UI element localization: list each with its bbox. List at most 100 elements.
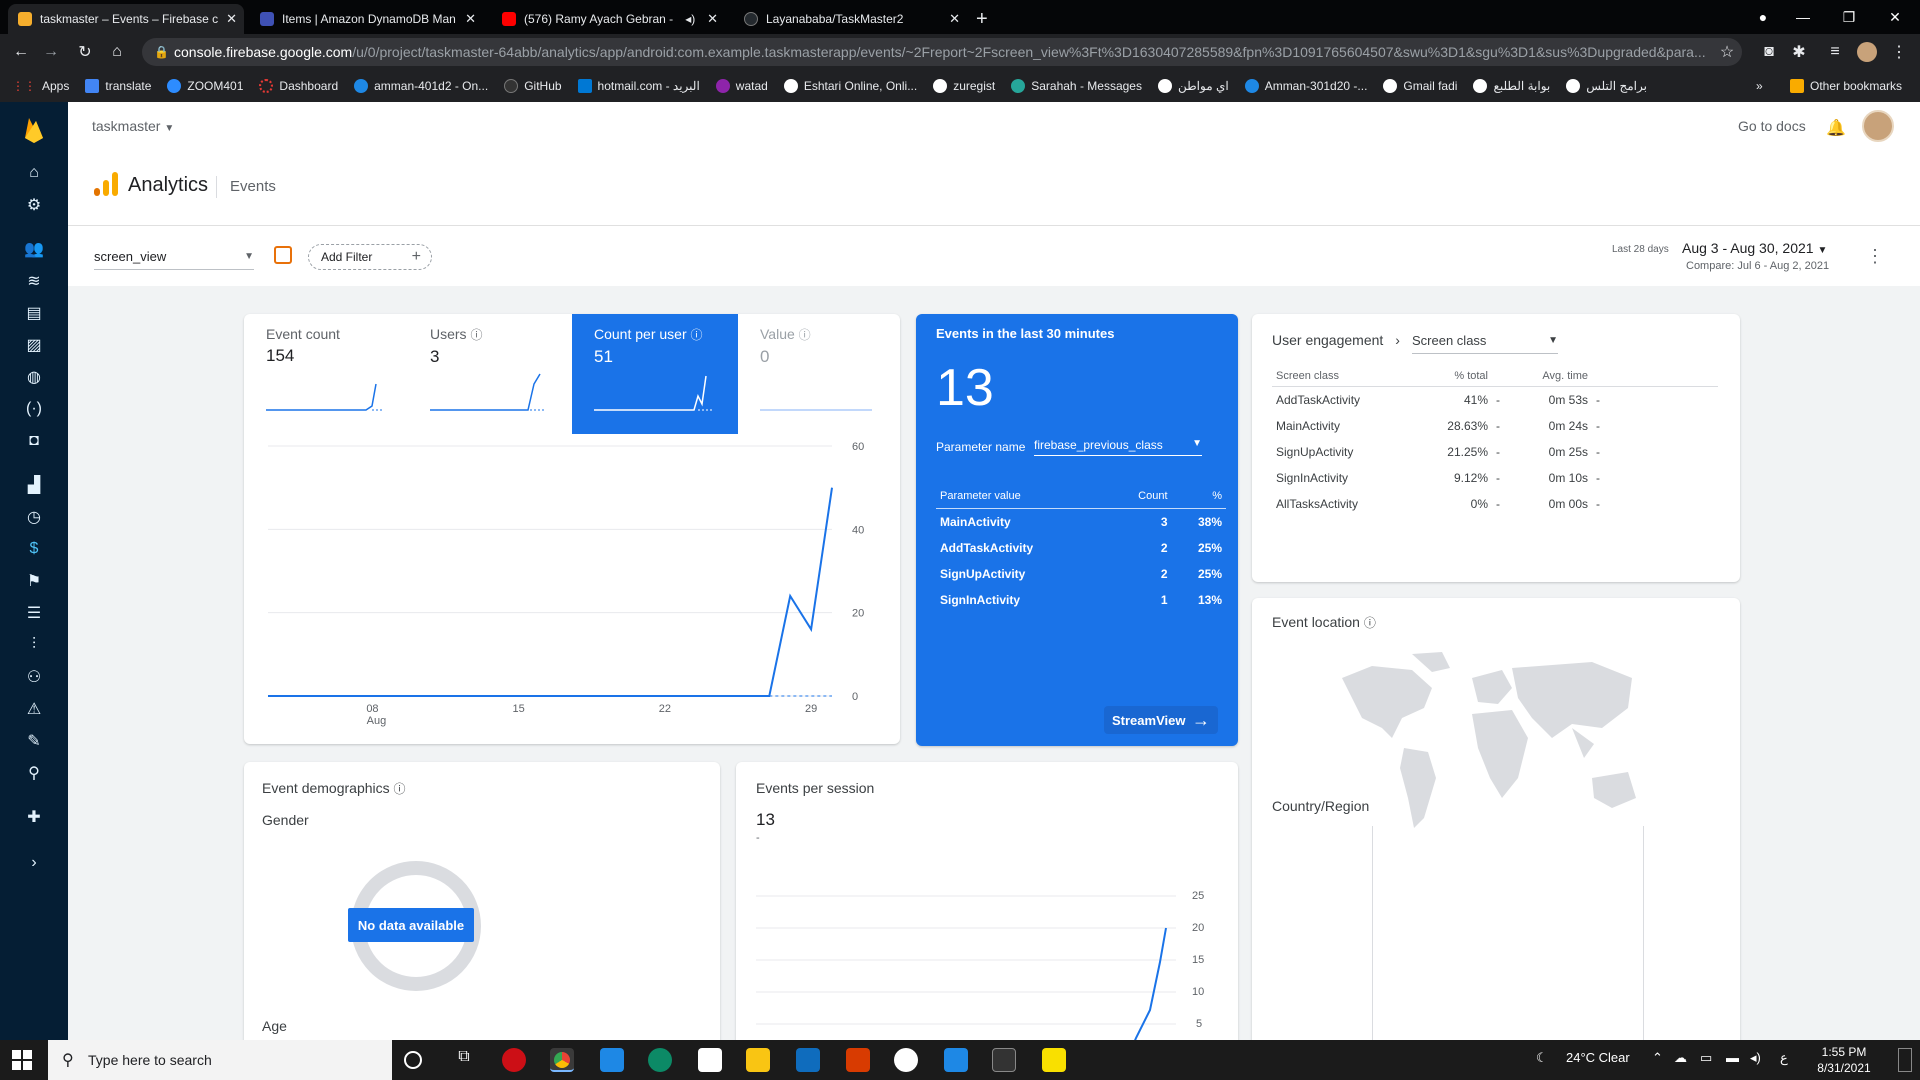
date-range-picker[interactable]: Aug 3 - Aug 30, 2021 ▼ bbox=[1682, 240, 1827, 256]
battery-icon[interactable]: ▬ bbox=[1726, 1050, 1739, 1065]
close-icon[interactable]: ✕ bbox=[949, 11, 960, 27]
camera-icon[interactable]: ◙ bbox=[1756, 39, 1782, 65]
help-icon[interactable]: ⓘ bbox=[470, 328, 482, 342]
authentication-icon[interactable]: 👥 bbox=[22, 238, 46, 260]
sticky-notes-icon[interactable] bbox=[1042, 1048, 1066, 1072]
go-to-docs-link[interactable]: Go to docs bbox=[1738, 118, 1806, 134]
bookmark[interactable]: translate bbox=[85, 79, 151, 93]
restore-button[interactable]: ❐ bbox=[1826, 0, 1872, 34]
profile-avatar-icon[interactable] bbox=[1854, 39, 1880, 65]
onedrive-icon[interactable]: ☁ bbox=[1674, 1050, 1687, 1066]
comparison-icon[interactable] bbox=[274, 246, 292, 264]
table-row[interactable]: SignInActivity 9.12% -0m 10s - bbox=[1272, 465, 1718, 491]
storage-icon[interactable]: ▨ bbox=[22, 334, 46, 356]
event-select[interactable]: screen_view ▼ bbox=[94, 244, 254, 270]
table-row[interactable]: SignUpActivity 2 25% bbox=[936, 561, 1226, 587]
streamview-button[interactable]: StreamView → bbox=[1104, 706, 1218, 734]
more-bookmarks-icon[interactable]: » bbox=[1756, 79, 1763, 93]
user-properties-icon[interactable]: ⚇ bbox=[22, 666, 46, 688]
conversions-icon[interactable]: ⚑ bbox=[22, 570, 46, 592]
firebase-logo-icon[interactable] bbox=[22, 116, 46, 144]
edge-icon[interactable] bbox=[648, 1048, 672, 1072]
home-icon[interactable]: ⌂ bbox=[22, 162, 46, 184]
firestore-icon[interactable]: ≋ bbox=[22, 270, 46, 292]
mail-icon[interactable] bbox=[796, 1048, 820, 1072]
bookmark[interactable]: Amman-301d20 -... bbox=[1244, 79, 1367, 93]
help-icon[interactable]: ⓘ bbox=[1364, 616, 1376, 630]
bookmark[interactable]: Sarahah - Messages bbox=[1011, 79, 1142, 93]
bookmark[interactable]: Gmail fadi bbox=[1383, 79, 1457, 93]
metric-tab-count-per-user[interactable]: Count per user ⓘ 51 bbox=[572, 314, 738, 434]
windows-start-icon[interactable] bbox=[12, 1050, 32, 1070]
settings-icon[interactable]: ⚙ bbox=[22, 194, 46, 216]
url-input[interactable]: 🔒 console.firebase.google.com/u/0/projec… bbox=[142, 38, 1742, 66]
notifications-icon[interactable] bbox=[1898, 1048, 1912, 1072]
app-icon[interactable] bbox=[600, 1048, 624, 1072]
taskbar-search-input[interactable]: ⚲ Type here to search bbox=[48, 1040, 392, 1080]
forward-icon[interactable]: → bbox=[38, 39, 64, 65]
table-row[interactable]: AddTaskActivity 41% -0m 53s - bbox=[1272, 387, 1718, 414]
new-tab-button[interactable]: + bbox=[976, 4, 1000, 34]
media-icon[interactable]: ≡ bbox=[1822, 39, 1848, 65]
hosting-icon[interactable]: ◍ bbox=[22, 366, 46, 388]
close-icon[interactable]: ✕ bbox=[707, 11, 718, 27]
bookmark[interactable]: zuregist bbox=[933, 79, 995, 93]
bookmark[interactable]: بوابة الطلبع bbox=[1473, 79, 1550, 93]
volume-icon[interactable]: ◂) bbox=[1750, 1050, 1761, 1066]
bookmark[interactable]: ZOOM401 bbox=[167, 79, 243, 93]
latest-release-icon[interactable]: ⚠ bbox=[22, 698, 46, 720]
network-icon[interactable]: ▭ bbox=[1700, 1050, 1712, 1066]
audiences-icon[interactable]: ☰ bbox=[22, 602, 46, 624]
analytics-nav-icon[interactable]: ▟ bbox=[22, 474, 46, 496]
expand-icon[interactable]: › bbox=[22, 852, 46, 874]
bookmark[interactable]: Eshtari Online, Onli... bbox=[783, 79, 917, 93]
dimension-select[interactable]: Screen class ▼ bbox=[1412, 328, 1558, 354]
cortana-icon[interactable] bbox=[404, 1051, 422, 1069]
other-bookmarks[interactable]: Other bookmarks bbox=[1790, 79, 1902, 93]
bookmark[interactable]: ⋮⋮ Apps bbox=[12, 79, 69, 93]
debugview-icon[interactable]: ⚲ bbox=[22, 762, 46, 784]
project-switcher[interactable]: taskmaster ▼ bbox=[92, 118, 174, 134]
table-row[interactable]: AllTasksActivity 0% -0m 00s - bbox=[1272, 491, 1718, 517]
realtime-database-icon[interactable]: ▤ bbox=[22, 302, 46, 324]
add-filter-button[interactable]: Add Filter + bbox=[308, 244, 432, 270]
file-explorer-icon[interactable] bbox=[746, 1048, 770, 1072]
close-icon[interactable]: ✕ bbox=[465, 11, 476, 27]
back-icon[interactable]: ← bbox=[8, 39, 34, 65]
home-icon[interactable]: ⌂ bbox=[104, 39, 130, 65]
param-name-select[interactable]: firebase_previous_class ▼ bbox=[1034, 438, 1202, 456]
functions-icon[interactable]: (·) bbox=[22, 398, 46, 420]
chrome-icon[interactable] bbox=[550, 1048, 574, 1072]
task-view-icon[interactable]: ⧉ bbox=[452, 1048, 476, 1072]
extensions-nav-icon[interactable]: ✚ bbox=[22, 806, 46, 828]
app-icon[interactable] bbox=[894, 1048, 918, 1072]
avatar[interactable] bbox=[1862, 110, 1894, 142]
close-icon[interactable]: ✕ bbox=[226, 11, 237, 27]
funnels-icon[interactable]: ⫶ bbox=[22, 634, 46, 656]
help-icon[interactable]: ⓘ bbox=[691, 328, 703, 342]
browser-tab[interactable]: (576) Ramy Ayach Gebran - ◂) ✕ bbox=[492, 4, 728, 34]
close-window-button[interactable]: ✕ bbox=[1872, 0, 1918, 34]
bookmark[interactable]: Dashboard bbox=[259, 79, 338, 93]
opera-icon[interactable] bbox=[502, 1048, 526, 1072]
minimize-button[interactable]: — bbox=[1780, 0, 1826, 34]
help-icon[interactable]: ⓘ bbox=[394, 782, 406, 796]
bookmark[interactable]: hotmail.com - البريد bbox=[577, 79, 700, 93]
table-row[interactable]: MainActivity 28.63% -0m 24s - bbox=[1272, 413, 1718, 439]
events-icon[interactable]: $ bbox=[22, 538, 46, 560]
browser-tab[interactable]: taskmaster – Events – Firebase c ✕ bbox=[8, 4, 244, 34]
browser-tab[interactable]: Layanababa/TaskMaster2 ✕ bbox=[734, 4, 970, 34]
metric-tab-event-count[interactable]: Event count 154 bbox=[244, 314, 410, 434]
terminal-icon[interactable] bbox=[992, 1048, 1016, 1072]
star-icon[interactable]: ☆ bbox=[1714, 39, 1740, 65]
help-icon[interactable]: ⓘ bbox=[799, 328, 811, 342]
notifications-icon[interactable]: 🔔 bbox=[1826, 118, 1846, 137]
menu-icon[interactable]: ⋮ bbox=[1886, 39, 1912, 65]
office-icon[interactable] bbox=[846, 1048, 870, 1072]
more-options-icon[interactable]: ⋮ bbox=[1866, 246, 1884, 267]
bookmark[interactable]: اي مواطن bbox=[1157, 79, 1229, 93]
table-row[interactable]: AddTaskActivity 2 25% bbox=[936, 535, 1226, 561]
bookmark[interactable]: watad bbox=[715, 79, 768, 93]
tray-chevron-icon[interactable]: ⌃ bbox=[1652, 1050, 1663, 1066]
store-icon[interactable] bbox=[698, 1048, 722, 1072]
